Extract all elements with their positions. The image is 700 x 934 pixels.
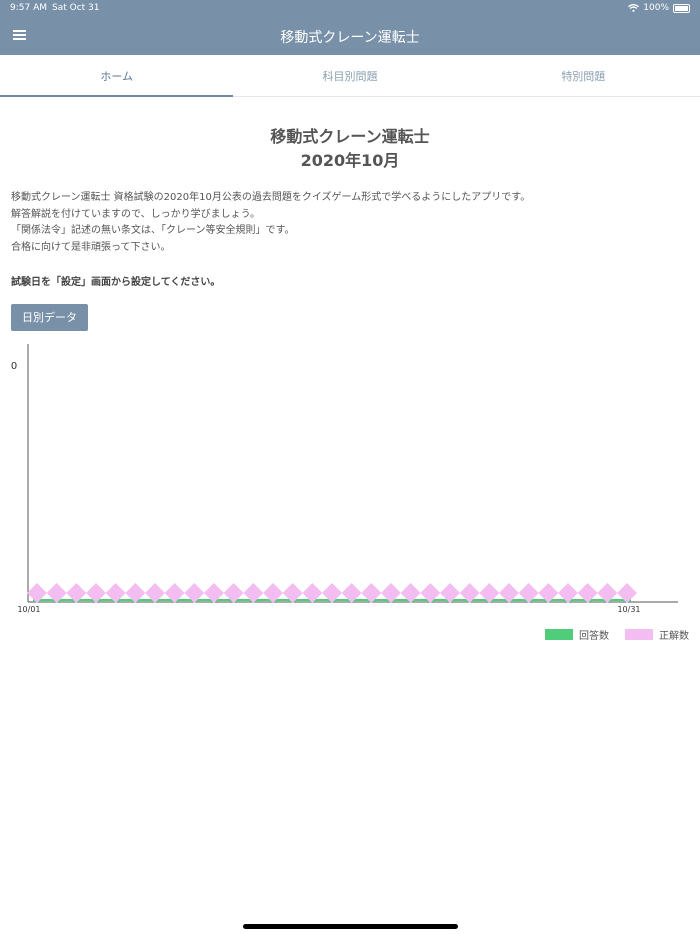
- home-indicator: [243, 924, 458, 929]
- legend-label-answers: 回答数: [579, 631, 609, 642]
- battery-icon: [673, 3, 690, 13]
- legend-item-answers: 回答数: [545, 627, 609, 642]
- description-line: 移動式クレーン運転士 資格試験の2020年10月公表の過去問題をクイズゲーム形式…: [11, 192, 531, 203]
- x-tick-label: 10/01: [17, 605, 40, 614]
- status-time: 9:57 AM: [10, 3, 47, 13]
- tab-subject-questions[interactable]: 科目別問題: [233, 55, 466, 96]
- page-heading: 移動式クレーン運転士 2020年10月: [0, 125, 700, 173]
- battery-percent: 100%: [643, 3, 669, 13]
- legend-item-correct: 正解数: [625, 627, 689, 642]
- legend-swatch-answers: [545, 629, 573, 640]
- tab-bar: ホーム 科目別問題 特別問題: [0, 55, 700, 97]
- status-bar: 9:57 AM Sat Oct 31 100%: [0, 0, 700, 17]
- status-right: 100%: [628, 3, 690, 13]
- page-title: 移動式クレーン運転士: [270, 127, 430, 146]
- app-bar: 移動式クレーン運転士: [0, 17, 700, 55]
- legend-swatch-correct: [625, 629, 653, 640]
- description-line: 解答解説を付けていますので、しっかり学びましょう。: [11, 208, 260, 220]
- wifi-icon: [628, 4, 640, 12]
- tab-home[interactable]: ホーム: [0, 55, 234, 97]
- daily-data-button[interactable]: 日別データ: [11, 304, 88, 331]
- chart-legend: 回答数 正解数: [529, 627, 689, 642]
- legend-label-correct: 正解数: [659, 631, 689, 642]
- page-subtitle: 2020年10月: [300, 151, 400, 170]
- status-date: Sat Oct 31: [52, 3, 100, 13]
- x-tick-label: 10/31: [617, 605, 640, 614]
- description-line: 合格に向けて是非頑張って下さい。: [11, 241, 171, 253]
- description: 移動式クレーン運転士 資格試験の2020年10月公表の過去問題をクイズゲーム形式…: [11, 190, 691, 256]
- exam-date-notice: 試験日を「設定」画面から設定してください。: [11, 277, 221, 288]
- tab-special-questions[interactable]: 特別問題: [467, 55, 700, 96]
- y-tick-label: 0: [11, 361, 17, 372]
- description-line: 「関係法令」記述の無い条文は、「クレーン等安全規則」です。: [11, 225, 295, 236]
- app-title: 移動式クレーン運転士: [280, 30, 420, 46]
- daily-chart: 0 10/01 10/31: [11, 344, 678, 614]
